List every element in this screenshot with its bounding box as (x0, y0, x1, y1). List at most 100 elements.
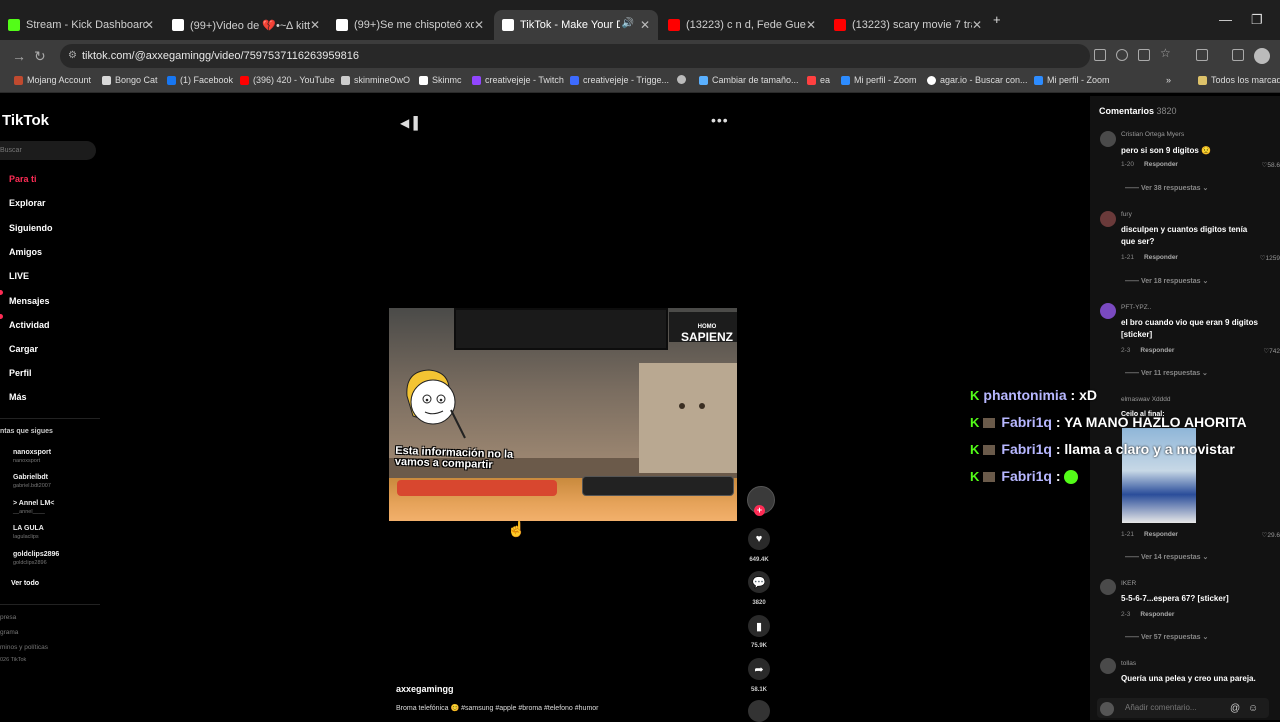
view-replies[interactable]: —— Ver 38 respuestas ⌄ (1125, 184, 1208, 192)
minimize-icon[interactable]: — (1219, 12, 1232, 27)
video-player[interactable]: Esta información no la vamos a compartir… (389, 308, 737, 521)
close-tab-icon[interactable]: ✕ (144, 18, 154, 32)
bookmark-item[interactable]: Cambiar de tamaño... (699, 75, 799, 85)
cast-icon[interactable] (1138, 49, 1150, 61)
translate-icon[interactable] (1094, 49, 1106, 61)
bookmark-item[interactable]: Skinmc (419, 75, 462, 85)
commenter-name[interactable]: elmaswav Xdddd (1121, 396, 1171, 403)
view-replies[interactable]: —— Ver 11 respuestas ⌄ (1125, 369, 1208, 377)
emoji-icon[interactable]: ☺ (1248, 703, 1258, 714)
footer-link[interactable]: presa (0, 614, 16, 621)
commenter-avatar[interactable] (1100, 131, 1116, 147)
reload-icon[interactable]: ↻ (34, 48, 46, 65)
reply-button[interactable]: Responder (1140, 611, 1174, 618)
bookmark-item[interactable]: skinmineOwO (341, 75, 410, 85)
mention-icon[interactable]: @ (1230, 703, 1240, 714)
reply-button[interactable]: Responder (1144, 531, 1178, 538)
commenter-avatar[interactable] (1100, 579, 1116, 595)
bookmark-item[interactable]: (396) 420 - YouTube (240, 75, 335, 85)
commenter-avatar[interactable] (1100, 303, 1116, 319)
comment-likes[interactable]: ♡1259 (1260, 254, 1280, 262)
music-disc-icon[interactable] (748, 700, 770, 722)
bookmark-item[interactable]: Mi perfil - Zoom (841, 75, 917, 85)
maximize-icon[interactable]: ❐ (1251, 12, 1263, 28)
see-all-link[interactable]: Ver todo (11, 579, 39, 588)
footer-link[interactable]: grama (0, 629, 18, 636)
forward-icon[interactable]: → (12, 48, 26, 64)
zoom-icon[interactable] (1116, 49, 1128, 61)
tiktok-logo[interactable]: TikTok (2, 112, 49, 129)
tab-youtube-2[interactable]: (13223) scary movie 7 trailer - Y ✕ (826, 10, 990, 40)
close-tab-icon[interactable]: ✕ (640, 18, 650, 32)
new-tab-button[interactable]: + (993, 12, 1001, 27)
volume-icon[interactable]: ◀▐ (400, 116, 418, 130)
close-tab-icon[interactable]: ✕ (474, 18, 484, 32)
tab-tiktok-video-2[interactable]: (99+)Se me chispoteó xd #mon ✕ (328, 10, 492, 40)
bookmark-item[interactable] (677, 75, 690, 84)
bookmark-item[interactable]: (1) Facebook (167, 75, 233, 85)
extensions-icon[interactable] (1196, 49, 1208, 61)
search-input[interactable]: Buscar (0, 141, 96, 160)
address-bar[interactable]: ⚙ tiktok.com/@axxegamingg/video/75975371… (60, 44, 1090, 68)
commenter-avatar[interactable] (1100, 211, 1116, 227)
bookmark-item[interactable]: ea (807, 75, 830, 85)
video-author[interactable]: axxegamingg (396, 684, 454, 694)
nav-cargar[interactable]: Cargar (9, 344, 38, 354)
view-replies[interactable]: —— Ver 57 respuestas ⌄ (1125, 633, 1208, 641)
comment-likes[interactable]: ♡58.6 (1262, 161, 1280, 169)
comment-likes[interactable]: ♡29.6 (1262, 531, 1280, 539)
followed-account[interactable]: nanoxsport nanoxsport (13, 448, 51, 466)
share-icon[interactable]: ➦ (748, 658, 770, 680)
bookmark-item[interactable]: Mi perfil - Zoom (1034, 75, 1110, 85)
add-comment-input[interactable]: Añadir comentario... (1097, 698, 1269, 718)
nav-live[interactable]: LIVE (9, 271, 29, 281)
commenter-name[interactable]: Cristian Ortega Myers (1121, 131, 1184, 138)
view-replies[interactable]: —— Ver 18 respuestas ⌄ (1125, 277, 1208, 285)
bookmark-item[interactable]: Bongo Cat (102, 75, 158, 85)
follow-plus-icon[interactable]: + (754, 505, 765, 516)
profile-avatar[interactable] (1254, 48, 1270, 64)
close-tab-icon[interactable]: ✕ (310, 18, 320, 32)
site-info-icon[interactable]: ⚙ (68, 44, 77, 68)
commenter-avatar[interactable] (1100, 658, 1116, 674)
speaker-icon[interactable]: 🔊 (622, 18, 634, 29)
media-icon[interactable] (1232, 49, 1244, 61)
bookmark-item[interactable]: Mojang Account (14, 75, 91, 85)
nav-mas[interactable]: Más (9, 392, 27, 402)
nav-siguiendo[interactable]: Siguiendo (9, 223, 53, 233)
commenter-name[interactable]: PFT-YPZ.. (1121, 304, 1151, 311)
commenter-name[interactable]: fury (1121, 211, 1132, 218)
bookmark-item[interactable]: creativejeje - Twitch (472, 75, 564, 85)
bookmark-item[interactable]: creativejeje - Trigge... (570, 75, 669, 85)
followed-account[interactable]: goldclips2896 goldclips2896 (13, 550, 59, 568)
close-tab-icon[interactable]: ✕ (806, 18, 816, 32)
nav-para-ti[interactable]: Para ti (9, 174, 37, 184)
nav-actividad[interactable]: Actividad (9, 320, 50, 330)
reply-button[interactable]: Responder (1144, 254, 1178, 261)
reply-button[interactable]: Responder (1144, 161, 1178, 168)
nav-amigos[interactable]: Amigos (9, 247, 42, 257)
followed-account[interactable]: Gabrielbdt gabriel.bdt2007 (13, 473, 51, 491)
followed-account[interactable]: LA GULA lagulaclips (13, 524, 44, 542)
like-heart-icon[interactable]: ♥ (748, 528, 770, 550)
commenter-name[interactable]: tollas (1121, 660, 1136, 667)
more-options-icon[interactable]: ••• (711, 112, 729, 128)
nav-perfil[interactable]: Perfil (9, 368, 32, 378)
comment-icon[interactable]: 💬 (748, 571, 770, 593)
comment-likes[interactable]: ♡742 (1263, 347, 1280, 355)
close-tab-icon[interactable]: ✕ (972, 18, 982, 32)
bookmarks-overflow-icon[interactable]: » (1166, 75, 1171, 85)
nav-mensajes[interactable]: Mensajes (9, 296, 50, 306)
all-bookmarks[interactable]: Todos los marcadores (1198, 75, 1280, 85)
tab-youtube-1[interactable]: (13223) c n d, Fede Guelmos, A ✕ (660, 10, 824, 40)
followed-account[interactable]: > Annel LM< __annel____ (13, 499, 54, 517)
reply-button[interactable]: Responder (1140, 347, 1174, 354)
tab-kick-dashboard[interactable]: Stream - Kick Dashboard ✕ (0, 10, 162, 40)
commenter-name[interactable]: IKER (1121, 580, 1136, 587)
tab-tiktok-active[interactable]: TikTok - Make Your Day 🔊 ✕ (494, 10, 658, 40)
view-replies[interactable]: —— Ver 14 respuestas ⌄ (1125, 553, 1208, 561)
tab-tiktok-video-1[interactable]: (99+)Video de 💔•~∆ kittisita ∆ ✕ (164, 10, 328, 40)
bookmark-star-icon[interactable]: ☆ (1160, 46, 1171, 60)
bookmark-icon[interactable]: ▮ (748, 615, 770, 637)
footer-link[interactable]: minos y políticas (0, 644, 48, 651)
